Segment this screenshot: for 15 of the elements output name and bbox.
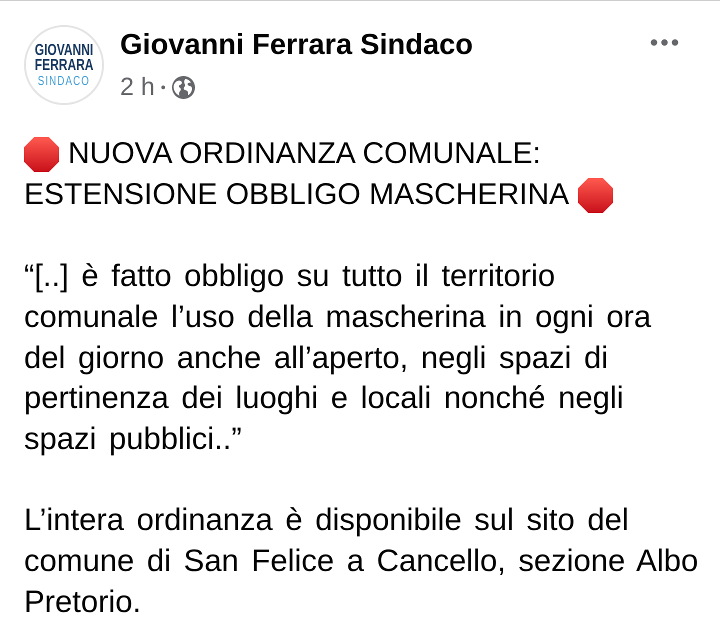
post-time[interactable]: 2 h	[120, 72, 155, 102]
avatar-logo-text: FERRARA	[34, 58, 94, 73]
post-paragraph: “[..] è fatto obbligo su tutto il territorio comunale l’uso della mascherina in ogni ora del giorno anche all’aperto, negli spazi di pertinenza dei luoghi e locali nonché negli spazi pubblici..”	[24, 257, 652, 458]
post-heading: NUOVA ORDINANZA COMUNALE:	[68, 136, 541, 172]
more-options-icon	[649, 39, 680, 46]
stop-sign-icon	[578, 178, 614, 213]
separator-dot: •	[160, 78, 166, 97]
avatar-logo-text: SINDACO	[38, 74, 90, 87]
page-avatar[interactable]: GIOVANNI FERRARA SINDACO	[24, 25, 104, 105]
post-paragraph: L’intera ordinanza è disponibile sul sito del comune di San Felice a Cancello, sezione Albo Pretorio.	[24, 501, 700, 621]
avatar-logo-text: GIOVANNI	[34, 43, 94, 58]
stop-sign-icon	[24, 136, 59, 172]
post-heading: ESTENSIONE OBBLIGO MASCHERINA	[24, 176, 570, 213]
globe-icon	[172, 76, 195, 98]
author-name[interactable]: Giovanni Ferrara Sindaco	[120, 28, 473, 62]
